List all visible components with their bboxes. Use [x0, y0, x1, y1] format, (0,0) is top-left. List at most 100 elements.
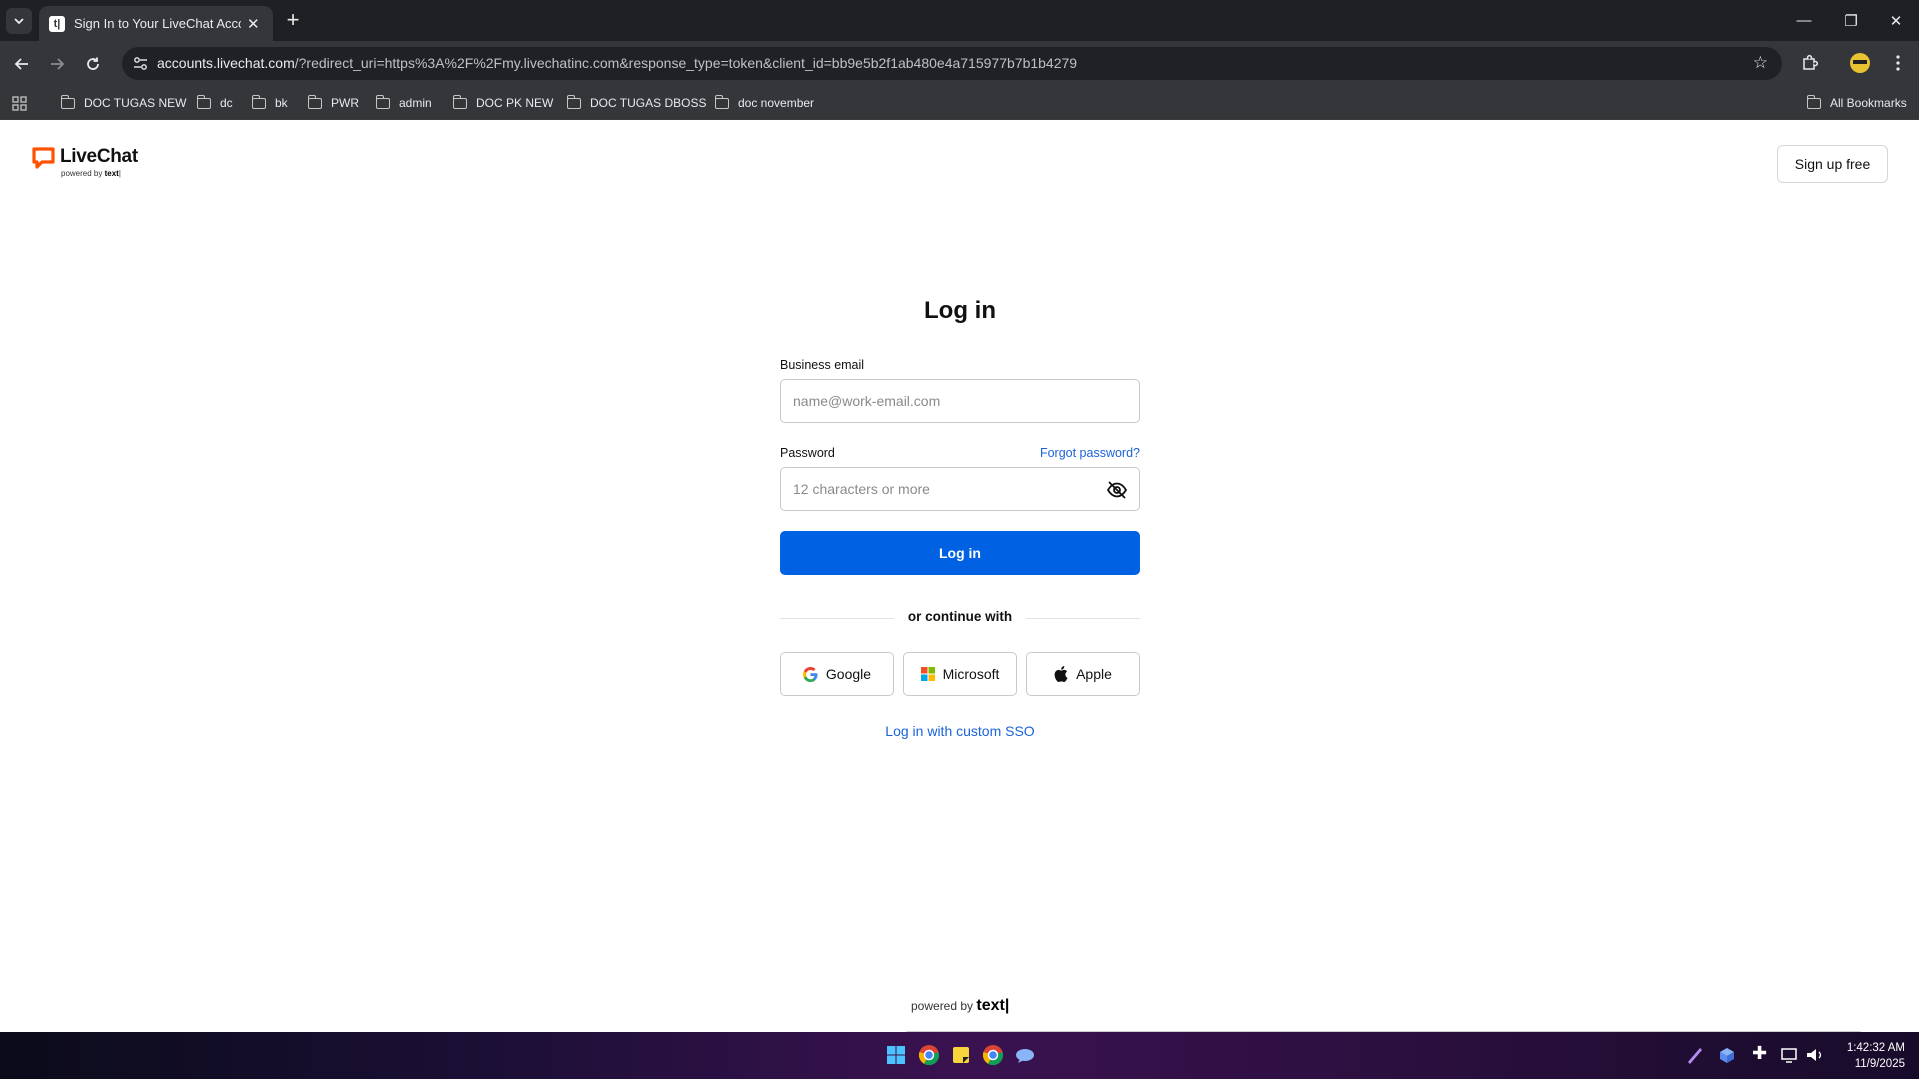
bookmark-label: DOC PK NEW — [476, 96, 554, 110]
sticky-notes-icon[interactable] — [950, 1044, 972, 1066]
bookmark-folder[interactable]: DOC TUGAS DBOSS — [566, 94, 707, 112]
windows-start-icon[interactable] — [885, 1044, 907, 1066]
bookmark-star-icon[interactable]: ☆ — [1753, 53, 1768, 73]
chat-bubble-logo-icon — [32, 147, 55, 169]
logo-powered-by: powered by text| — [61, 169, 121, 178]
chrome-icon[interactable] — [918, 1044, 940, 1066]
close-window-button[interactable]: ✕ — [1873, 0, 1919, 41]
microsoft-icon — [920, 667, 935, 681]
google-label: Google — [825, 666, 872, 682]
bookmark-folder[interactable]: DOC TUGAS NEW — [60, 94, 187, 112]
pen-icon[interactable] — [1684, 1044, 1706, 1066]
folder-icon — [452, 94, 467, 109]
url-host: accounts.livechat.com — [157, 55, 295, 71]
apple-icon — [1054, 666, 1068, 682]
new-tab-button[interactable]: + — [281, 7, 305, 32]
arrow-right-icon — [51, 58, 65, 70]
bookmark-label: PWR — [331, 96, 359, 110]
chat-app-icon[interactable] — [1014, 1044, 1036, 1066]
bookmark-label: doc november — [738, 96, 815, 110]
browser-menu-button[interactable] — [1884, 49, 1912, 77]
browser-toolbar: accounts.livechat.com/?redirect_uri=http… — [0, 41, 1919, 86]
clock-time: 1:42:32 AM — [1846, 1042, 1905, 1054]
avatar-icon — [1850, 53, 1870, 73]
puzzle-icon — [1803, 54, 1819, 70]
tab-search-button[interactable] — [6, 8, 32, 34]
custom-sso-link[interactable]: Log in with custom SSO — [780, 723, 1140, 739]
bookmark-label: admin — [399, 96, 432, 110]
microsoft-login-button[interactable]: Microsoft — [903, 652, 1017, 696]
folder-icon — [714, 94, 729, 109]
livechat-logo[interactable]: LiveChat powered by text| — [32, 146, 138, 178]
livechat-favicon-icon: t| — [49, 15, 65, 32]
system-clock[interactable]: 1:42:32 AM 11/9/2025 — [1847, 1040, 1905, 1072]
folder-icon — [251, 94, 266, 109]
password-field[interactable] — [781, 468, 1081, 510]
tab-close-icon[interactable]: ✕ — [247, 15, 260, 33]
kebab-menu-icon — [1896, 55, 1900, 71]
page-title: Log in — [924, 297, 996, 324]
tab-title: Sign In to Your LiveChat Accou — [74, 16, 241, 31]
folder-icon — [566, 94, 581, 109]
folder-icon — [196, 94, 211, 109]
apple-label: Apple — [1076, 666, 1112, 682]
google-login-button[interactable]: Google — [780, 652, 894, 696]
microsoft-label: Microsoft — [942, 666, 1000, 682]
plus-icon[interactable]: ✚ — [1752, 1043, 1767, 1064]
all-bookmarks-folder[interactable]: All Bookmarks — [1806, 94, 1907, 112]
apps-grid-icon[interactable] — [12, 94, 27, 112]
bookmark-folder[interactable]: DOC PK NEW — [452, 94, 554, 112]
address-bar[interactable]: accounts.livechat.com/?redirect_uri=http… — [122, 47, 1782, 80]
apple-login-button[interactable]: Apple — [1026, 652, 1140, 696]
email-field[interactable] — [781, 380, 1081, 422]
folder-icon — [307, 94, 322, 109]
minimize-button[interactable]: — — [1781, 0, 1827, 41]
bookmarks-bar: DOC TUGAS NEW dc bk PWR admin DOC PK NEW… — [0, 86, 1919, 120]
bookmark-label: DOC TUGAS DBOSS — [590, 96, 707, 110]
sign-up-button[interactable]: Sign up free — [1777, 145, 1888, 183]
divider-text: or continue with — [780, 609, 1140, 624]
eye-off-icon[interactable] — [1105, 478, 1129, 502]
active-tab[interactable]: t| Sign In to Your LiveChat Accou ✕ — [39, 6, 273, 41]
url-text: accounts.livechat.com/?redirect_uri=http… — [157, 55, 1077, 71]
email-field-wrapper — [780, 379, 1140, 423]
bookmark-folder[interactable]: admin — [375, 94, 432, 112]
clock-date: 11/9/2025 — [1854, 1058, 1905, 1070]
bookmark-label: All Bookmarks — [1830, 96, 1907, 110]
divider-label: or continue with — [893, 609, 1027, 624]
folder-icon — [375, 94, 390, 109]
bookmark-label: DOC TUGAS NEW — [84, 96, 187, 110]
tray-app-icon[interactable] — [1716, 1044, 1738, 1066]
chrome-icon-2[interactable] — [982, 1044, 1004, 1066]
bookmark-label: dc — [220, 96, 233, 110]
back-button[interactable] — [9, 51, 35, 77]
reload-icon — [87, 57, 99, 70]
folder-icon — [1806, 94, 1821, 109]
browser-tab-strip: t| Sign In to Your LiveChat Accou ✕ + — … — [0, 0, 1919, 41]
page-content: LiveChat powered by text| Sign up free L… — [0, 121, 1919, 1034]
google-icon — [802, 666, 818, 682]
footer-powered-by: powered by text| — [911, 997, 1010, 1014]
login-button[interactable]: Log in — [780, 531, 1140, 575]
forgot-password-link[interactable]: Forgot password? — [1040, 446, 1140, 460]
extensions-button[interactable] — [1796, 49, 1824, 77]
footer-powered-brand: text — [976, 997, 1005, 1014]
network-icon[interactable] — [1779, 1044, 1801, 1066]
bookmark-folder[interactable]: PWR — [307, 94, 359, 112]
site-info-icon[interactable] — [132, 55, 149, 72]
logo-text: LiveChat — [60, 146, 138, 167]
bookmark-folder[interactable]: bk — [251, 94, 288, 112]
bookmark-folder[interactable]: doc november — [714, 94, 815, 112]
bookmark-folder[interactable]: dc — [196, 94, 233, 112]
password-label: Password — [780, 446, 835, 460]
profile-avatar[interactable] — [1846, 49, 1874, 77]
volume-icon[interactable] — [1804, 1044, 1826, 1066]
chevron-down-icon — [14, 18, 24, 25]
forward-button[interactable] — [44, 51, 70, 77]
reload-button[interactable] — [80, 51, 106, 77]
restore-button[interactable]: ❐ — [1828, 0, 1874, 41]
bookmark-label: bk — [275, 96, 288, 110]
os-taskbar: ✚ 1:42:32 AM 11/9/2025 — [0, 1032, 1919, 1079]
email-label: Business email — [780, 358, 865, 372]
logo-powered-brand: text — [104, 169, 119, 178]
